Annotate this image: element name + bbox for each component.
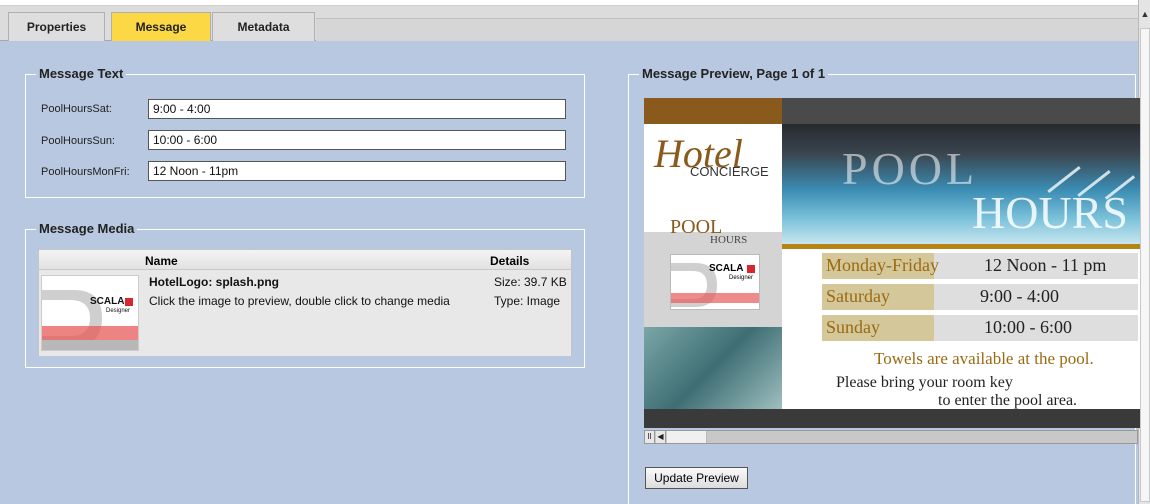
tab-bar-filler bbox=[316, 18, 1138, 41]
pause-icon[interactable]: II bbox=[645, 431, 655, 443]
column-details-header: Details bbox=[490, 254, 530, 268]
media-row[interactable]: SCALA Designer HotelLogo: splash.png Cli… bbox=[39, 270, 571, 356]
preview-logo-box: SCALA Designer bbox=[670, 254, 760, 310]
update-preview-button[interactable]: Update Preview bbox=[645, 467, 748, 489]
preview-concierge: CONCIERGE bbox=[690, 164, 769, 179]
step-back-icon[interactable]: ◀ bbox=[656, 431, 666, 443]
tab-properties[interactable]: Properties bbox=[8, 12, 105, 41]
schedule-time: 12 Noon - 11 pm bbox=[984, 255, 1107, 275]
pool-hours-sun-field[interactable] bbox=[148, 130, 566, 150]
playbar-track[interactable] bbox=[667, 431, 707, 443]
pool-hours-monfri-label: PoolHoursMonFri: bbox=[41, 166, 130, 178]
preview-key-line1: Please bring your room key bbox=[836, 374, 1013, 391]
preview-hours-label: HOURS bbox=[710, 234, 748, 246]
message-preview-title: Message Preview, Page 1 of 1 bbox=[639, 66, 829, 82]
preview-pool-photo bbox=[644, 327, 782, 409]
message-preview-image[interactable]: Hotel CONCIERGE POOL HOURS POOL HOURS SC… bbox=[644, 98, 1140, 428]
preview-bottom-bar bbox=[644, 409, 1140, 428]
preview-banner-hours: HOURS bbox=[972, 187, 1128, 238]
media-filename: HotelLogo: splash.png bbox=[149, 275, 279, 289]
preview-key-line2: to enter the pool area. bbox=[938, 392, 1078, 409]
schedule-time: 9:00 - 4:00 bbox=[980, 286, 1059, 306]
tab-message[interactable]: Message bbox=[111, 12, 211, 41]
media-table-header: Name Details bbox=[39, 250, 571, 270]
preview-logo-sub: Designer bbox=[729, 275, 754, 281]
preview-top-bar-left bbox=[644, 98, 782, 124]
preview-top-bar-right bbox=[782, 98, 1140, 124]
media-type: Type: Image bbox=[494, 294, 561, 308]
schedule-day: Sunday bbox=[826, 317, 880, 337]
schedule-time: 10:00 - 6:00 bbox=[984, 317, 1072, 337]
message-media-title: Message Media bbox=[36, 221, 138, 237]
media-table: Name Details SCALA Designer HotelLogo: s… bbox=[38, 249, 572, 356]
pool-hours-sat-field[interactable] bbox=[148, 99, 566, 119]
preview-towels-text: Towels are available at the pool. bbox=[874, 349, 1094, 368]
preview-banner-pool: POOL bbox=[842, 143, 979, 194]
thumb-brand: SCALA bbox=[90, 296, 125, 307]
thumb-sub: Designer bbox=[106, 308, 131, 314]
pool-hours-sun-label: PoolHoursSun: bbox=[41, 135, 115, 147]
tab-bar: Properties Message Metadata bbox=[0, 6, 1138, 41]
media-hint: Click the image to preview, double click… bbox=[149, 294, 450, 308]
media-thumbnail[interactable]: SCALA Designer bbox=[41, 275, 139, 351]
pool-hours-monfri-field[interactable] bbox=[148, 161, 566, 181]
scroll-up-icon[interactable]: ▲ bbox=[1140, 8, 1150, 20]
tab-metadata[interactable]: Metadata bbox=[212, 12, 315, 41]
preview-logo-brand: SCALA bbox=[709, 263, 744, 274]
column-name-header: Name bbox=[145, 254, 178, 268]
preview-playbar[interactable]: II ◀ bbox=[644, 430, 1138, 444]
scroll-thumb[interactable] bbox=[1140, 28, 1150, 502]
schedule-day: Monday-Friday bbox=[826, 255, 939, 275]
pool-hours-sat-label: PoolHoursSat: bbox=[41, 103, 112, 115]
message-text-title: Message Text bbox=[36, 66, 127, 82]
preview-gold-stripe-top bbox=[782, 244, 1140, 249]
schedule-day: Saturday bbox=[826, 286, 890, 306]
media-size: Size: 39.7 KB bbox=[494, 275, 567, 289]
